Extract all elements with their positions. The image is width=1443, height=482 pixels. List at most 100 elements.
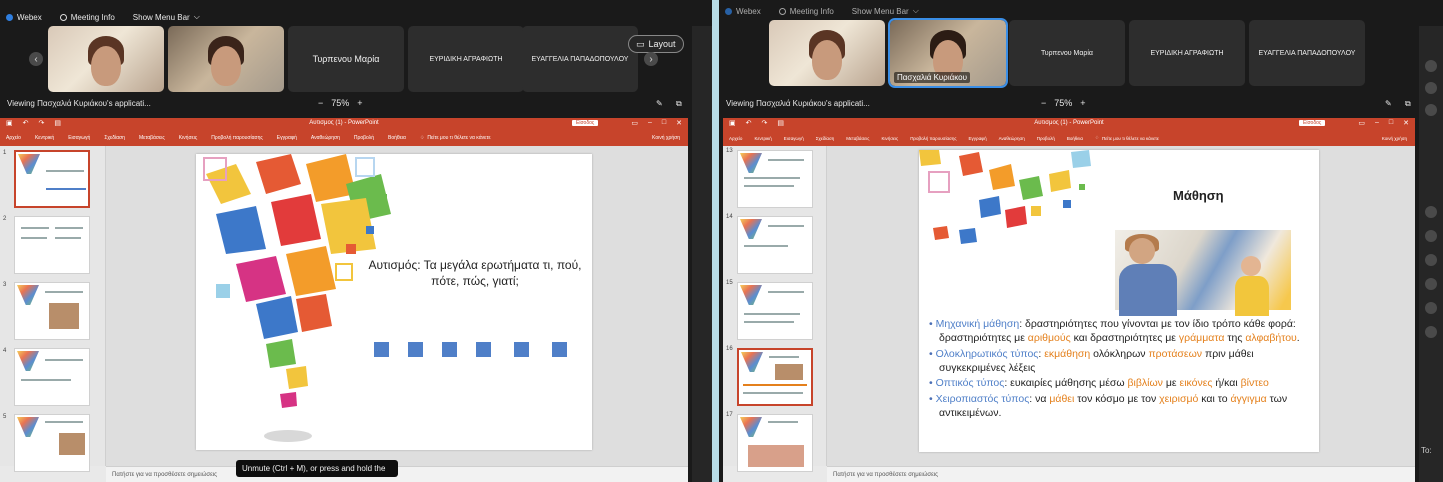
- participant-video-tile[interactable]: [48, 26, 164, 92]
- zoom-in-button[interactable]: +: [1080, 98, 1085, 108]
- slide-thumbnail[interactable]: [14, 150, 90, 208]
- annotate-icon[interactable]: ✎: [656, 99, 663, 108]
- participant-video-tile[interactable]: [168, 26, 284, 92]
- tab-home[interactable]: Κεντρική: [35, 135, 54, 141]
- popout-icon[interactable]: ⧉: [676, 99, 682, 109]
- participant-name-tile[interactable]: ΕΥΡΙΔΙΚΗ ΑΓΡΑΦΙΩΤΗ: [408, 26, 524, 92]
- tab-help[interactable]: Βοήθεια: [388, 135, 406, 141]
- user-icon[interactable]: [1425, 104, 1437, 116]
- user-icon[interactable]: [1425, 278, 1437, 290]
- tab-review[interactable]: Αναθεώρηση: [311, 135, 340, 141]
- signin-button[interactable]: Είσοδος: [1299, 120, 1326, 126]
- user-icon[interactable]: [1425, 254, 1437, 266]
- current-slide[interactable]: Αυτισμός: Τα μεγάλα ερωτήματα τι, πού, π…: [196, 154, 592, 450]
- annotate-icon[interactable]: ✎: [1385, 99, 1392, 108]
- slide-thumbnail[interactable]: [737, 150, 813, 208]
- prev-participants-button[interactable]: ‹: [29, 52, 43, 66]
- popout-icon[interactable]: ⧉: [1405, 99, 1411, 109]
- tell-me-search[interactable]: ♢ Πείτε μου τι θέλετε να κάνετε: [420, 135, 491, 141]
- tab-review[interactable]: Αναθεώρηση: [999, 136, 1025, 141]
- next-participants-button[interactable]: ›: [644, 52, 658, 66]
- meeting-info-menu[interactable]: Meeting Info: [778, 7, 834, 16]
- viewing-label: Viewing Πασχαλιά Κυριάκου's applicati...: [726, 99, 870, 108]
- webex-logo-icon: [6, 13, 13, 21]
- meeting-info-menu[interactable]: Meeting Info: [59, 13, 115, 22]
- user-icon[interactable]: [1425, 206, 1437, 218]
- save-icon[interactable]: ▣: [729, 119, 736, 127]
- tab-slideshow[interactable]: Προβολή παρουσίασης: [211, 135, 262, 141]
- user-icon[interactable]: [1425, 302, 1437, 314]
- tab-animations[interactable]: Κινήσεις: [881, 136, 898, 141]
- user-icon[interactable]: [1425, 326, 1437, 338]
- maximize-icon[interactable]: □: [1389, 119, 1393, 127]
- show-menu-bar-toggle[interactable]: Show Menu Bar ⌵: [133, 12, 200, 22]
- powerpoint-window: ▣ ↶ ↷ ▤ Αυτισμος (1) - PowerPoint Είσοδος ▭…: [723, 118, 1415, 482]
- minimize-icon[interactable]: –: [648, 119, 652, 127]
- ribbon-options-icon[interactable]: ▭: [631, 119, 638, 127]
- share-button[interactable]: Κοινή χρήση: [1382, 136, 1407, 141]
- close-icon[interactable]: ✕: [676, 119, 682, 127]
- tab-design[interactable]: Σχεδίαση: [104, 135, 125, 141]
- slide-thumbnail[interactable]: [737, 216, 813, 274]
- tab-slideshow[interactable]: Προβολή παρουσίασης: [910, 136, 956, 141]
- zoom-in-button[interactable]: +: [357, 98, 362, 108]
- layout-button[interactable]: ▭ Layout: [628, 35, 684, 53]
- webex-app-menu[interactable]: Webex: [725, 7, 761, 16]
- tab-insert[interactable]: Εισαγωγή: [784, 136, 804, 141]
- tab-insert[interactable]: Εισαγωγή: [68, 135, 90, 141]
- user-icon[interactable]: [1425, 60, 1437, 72]
- maximize-icon[interactable]: □: [662, 119, 666, 127]
- ribbon-options-icon[interactable]: ▭: [1358, 119, 1365, 127]
- participant-name-tile[interactable]: Τυρπενου Μαρία: [288, 26, 404, 92]
- slide-thumbnail[interactable]: [14, 216, 90, 274]
- close-icon[interactable]: ✕: [1403, 119, 1409, 127]
- participant-face: [211, 46, 241, 86]
- tab-transitions[interactable]: Μεταβάσεις: [139, 135, 165, 141]
- slide-thumbnail[interactable]: [14, 348, 90, 406]
- bullet-item: • Χειροπιαστός τύπος: να μάθει τον κόσμο…: [929, 393, 1288, 420]
- webex-app-menu[interactable]: Webex: [6, 13, 42, 22]
- user-icon[interactable]: [1425, 82, 1437, 94]
- zoom-out-button[interactable]: −: [1041, 98, 1046, 108]
- participant-name-tile[interactable]: ΕΥΡΙΔΙΚΗ ΑΓΡΑΦΙΩΤΗ: [1129, 20, 1245, 86]
- tab-help[interactable]: Βοήθεια: [1067, 136, 1083, 141]
- participant-video-tile[interactable]: [769, 20, 885, 86]
- undo-icon[interactable]: ↶: [746, 119, 752, 127]
- redo-icon[interactable]: ↷: [762, 119, 768, 127]
- minimize-icon[interactable]: –: [1375, 119, 1379, 127]
- show-menu-bar-toggle[interactable]: Show Menu Bar ⌵: [852, 6, 919, 16]
- tab-animations[interactable]: Κινήσεις: [179, 135, 198, 141]
- tab-view[interactable]: Προβολή: [354, 135, 374, 141]
- share-button[interactable]: Κοινή χρήση: [652, 135, 680, 141]
- participant-name-tile[interactable]: Τυρπενου Μαρία: [1009, 20, 1125, 86]
- present-icon[interactable]: ▤: [54, 119, 61, 127]
- tab-file[interactable]: Αρχείο: [729, 136, 742, 141]
- tab-view[interactable]: Προβολή: [1037, 136, 1055, 141]
- tab-file[interactable]: Αρχείο: [6, 135, 21, 141]
- slide-thumbnail[interactable]: [737, 282, 813, 340]
- tell-me-search[interactable]: ♢ Πείτε μου τι θέλετε να κάνετε: [1095, 135, 1159, 141]
- slide-thumbnail[interactable]: [737, 414, 813, 472]
- slide-thumbnail[interactable]: [14, 414, 90, 472]
- tab-home[interactable]: Κεντρική: [754, 136, 771, 141]
- current-slide[interactable]: Μάθηση • Μηχανική μάθηση: δραστηριότητες…: [919, 150, 1319, 452]
- slide-thumbnail[interactable]: [737, 348, 813, 406]
- save-icon[interactable]: ▣: [6, 119, 13, 127]
- zoom-out-button[interactable]: −: [318, 98, 323, 108]
- webex-menubar: Webex Meeting Info Show Menu Bar ⌵: [0, 8, 712, 26]
- participant-name-tile[interactable]: ΕΥΑΓΓΕΛΙΑ ΠΑΠΑΔΟΠΟΥΛΟΥ: [1249, 20, 1365, 86]
- tab-record[interactable]: Εγγραφή: [277, 135, 297, 141]
- participant-name-tile[interactable]: ΕΥΑΓΓΕΛΙΑ ΠΑΠΑΔΟΠΟΥΛΟΥ: [522, 26, 638, 92]
- slide-thumbnail[interactable]: [14, 282, 90, 340]
- tab-record[interactable]: Εγγραφή: [969, 136, 987, 141]
- participant-video-tile-active[interactable]: Πασχαλιά Κυριάκου: [888, 18, 1008, 88]
- redo-icon[interactable]: ↷: [39, 119, 45, 127]
- undo-icon[interactable]: ↶: [23, 119, 29, 127]
- tab-transitions[interactable]: Μεταβάσεις: [846, 136, 869, 141]
- user-icon[interactable]: [1425, 230, 1437, 242]
- participant-strip: Πασχαλιά Κυριάκου Τυρπενου Μαρία ΕΥΡΙΔΙΚ…: [769, 18, 1399, 88]
- present-icon[interactable]: ▤: [777, 119, 784, 127]
- signin-button[interactable]: Είσοδος: [572, 120, 599, 126]
- notes-pane[interactable]: Πατήστε για να προσθέσετε σημειώσεις: [827, 466, 1415, 482]
- tab-design[interactable]: Σχεδίαση: [816, 136, 835, 141]
